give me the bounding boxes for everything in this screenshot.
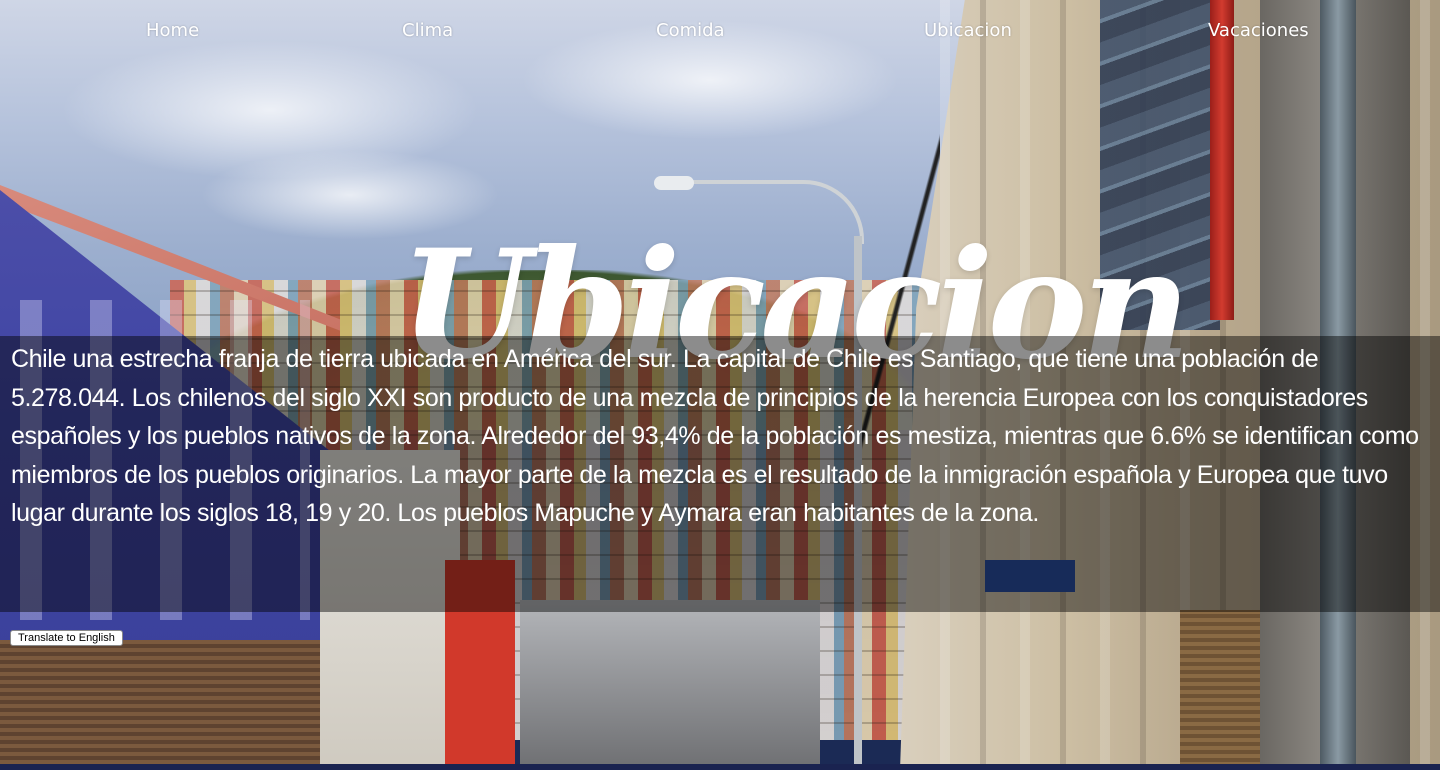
nav-link-comida[interactable]: Comida [656,20,725,41]
page: Home Clima Comida Ubicacion Vacaciones U… [0,0,1440,770]
translate-button[interactable]: Translate to English [10,630,123,646]
nav-link-ubicacion[interactable]: Ubicacion [924,20,1012,41]
right-shop-shutter [1180,610,1260,770]
shopfront-shutters [0,640,330,770]
top-nav: Home Clima Comida Ubicacion Vacaciones [0,0,1440,64]
street-lamp [654,176,694,190]
bottom-strip [0,764,1440,770]
location-paragraph: Chile una estrecha franja de tierra ubic… [11,345,1419,527]
nav-link-clima[interactable]: Clima [402,20,453,41]
street [520,600,820,770]
nav-link-home[interactable]: Home [146,20,199,41]
nav-link-vacaciones[interactable]: Vacaciones [1208,20,1309,41]
